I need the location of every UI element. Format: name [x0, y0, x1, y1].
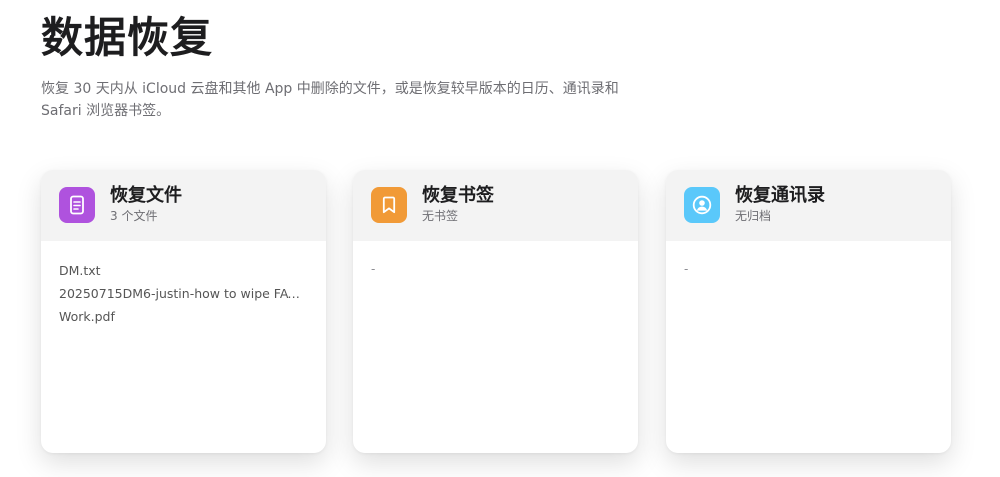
document-icon — [59, 187, 95, 223]
empty-placeholder: - — [684, 262, 689, 276]
file-list-item[interactable]: 20250715DM6-justin-how to wipe FAT32 dri… — [59, 282, 305, 305]
card-title: 恢复书签 — [422, 185, 494, 206]
page-title: 数据恢复 — [41, 13, 214, 62]
contacts-icon — [684, 187, 720, 223]
card-header: 恢复书签 无书签 — [353, 170, 638, 241]
data-recovery-page: 数据恢复 恢复 30 天内从 iCloud 云盘和其他 App 中删除的文件，或… — [0, 0, 1000, 477]
card-title: 恢复通讯录 — [735, 185, 825, 206]
card-subtitle: 无书签 — [422, 209, 459, 223]
card-subtitle: 无归档 — [735, 209, 772, 223]
restore-contacts-card[interactable]: 恢复通讯录 无归档 - — [666, 170, 951, 453]
contacts-list: - — [666, 241, 951, 279]
page-description: 恢复 30 天内从 iCloud 云盘和其他 App 中删除的文件，或是恢复较早… — [41, 81, 619, 119]
file-list-item[interactable]: Work.pdf — [59, 305, 305, 328]
file-list-item[interactable]: DM.txt — [59, 259, 305, 282]
restore-bookmarks-card[interactable]: 恢复书签 无书签 - — [353, 170, 638, 453]
file-list: DM.txt 20250715DM6-justin-how to wipe FA… — [41, 241, 326, 328]
bookmark-list: - — [353, 241, 638, 279]
restore-files-card[interactable]: 恢复文件 3 个文件 DM.txt 20250715DM6-justin-how… — [41, 170, 326, 453]
card-title: 恢复文件 — [110, 185, 182, 206]
bookmark-icon — [371, 187, 407, 223]
card-subtitle: 3 个文件 — [110, 209, 158, 223]
empty-placeholder: - — [371, 262, 376, 276]
card-header: 恢复通讯录 无归档 — [666, 170, 951, 241]
card-header: 恢复文件 3 个文件 — [41, 170, 326, 241]
